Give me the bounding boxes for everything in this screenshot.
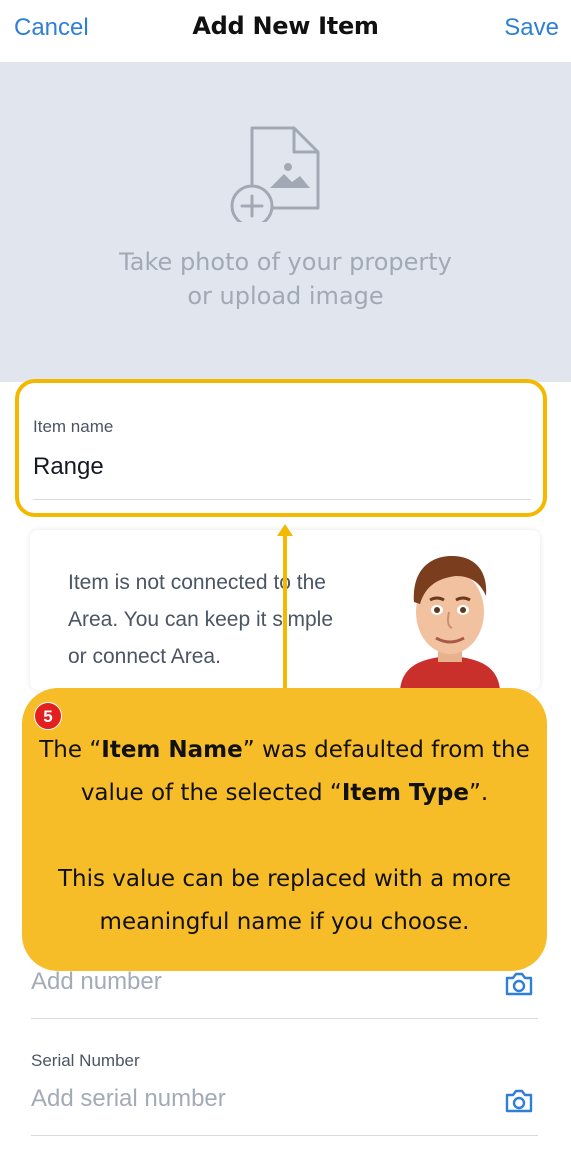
serial-number-underline	[31, 1135, 538, 1136]
callout-pointer-line	[283, 532, 287, 692]
serial-number-row[interactable]: Serial Number Add serial number	[31, 1051, 538, 1141]
callout-pointer-arrowhead	[277, 524, 293, 536]
item-name-input[interactable]: Range	[33, 453, 104, 481]
add-image-icon	[230, 126, 320, 222]
nav-header: Cancel Add New Item Save	[0, 0, 571, 60]
callout-p1-after: ”.	[468, 780, 489, 806]
tutorial-callout: 5 The “Item Name” was defaulted from the…	[22, 688, 547, 971]
model-number-underline	[31, 1018, 538, 1019]
photo-upload-hint: Take photo of your property or upload im…	[0, 245, 571, 313]
item-name-label: Item name	[33, 417, 114, 436]
item-name-field[interactable]: Item name Range	[15, 379, 547, 517]
model-number-row[interactable]: Add number	[31, 965, 538, 1025]
camera-icon[interactable]	[504, 971, 534, 997]
callout-paragraph-2: This value can be replaced with a more m…	[57, 866, 512, 935]
assistant-avatar	[400, 556, 500, 690]
photo-upload-line1: Take photo of your property	[119, 248, 452, 276]
camera-icon[interactable]	[504, 1088, 534, 1114]
model-number-input[interactable]: Add number	[31, 968, 162, 996]
area-info-text: Item is not connected to the Area. You c…	[68, 571, 334, 668]
save-button[interactable]: Save	[504, 14, 559, 42]
serial-number-input[interactable]: Add serial number	[31, 1085, 226, 1113]
callout-paragraph-1: The “Item Name” was defaulted from the v…	[36, 729, 533, 815]
photo-upload-line2: or upload image	[187, 282, 384, 310]
serial-number-label: Serial Number	[31, 1051, 140, 1070]
callout-text: The “Item Name” was defaulted from the v…	[36, 729, 533, 944]
callout-p1-bold-item-name: Item Name	[101, 737, 243, 763]
callout-spacer	[36, 815, 533, 858]
callout-p1-before: The “	[39, 737, 102, 763]
item-name-underline	[33, 499, 531, 500]
callout-p1-bold-item-type: Item Type	[341, 780, 469, 806]
step-number-badge: 5	[34, 702, 62, 730]
page-title: Add New Item	[192, 12, 379, 40]
photo-upload-area[interactable]: Take photo of your property or upload im…	[0, 62, 571, 382]
